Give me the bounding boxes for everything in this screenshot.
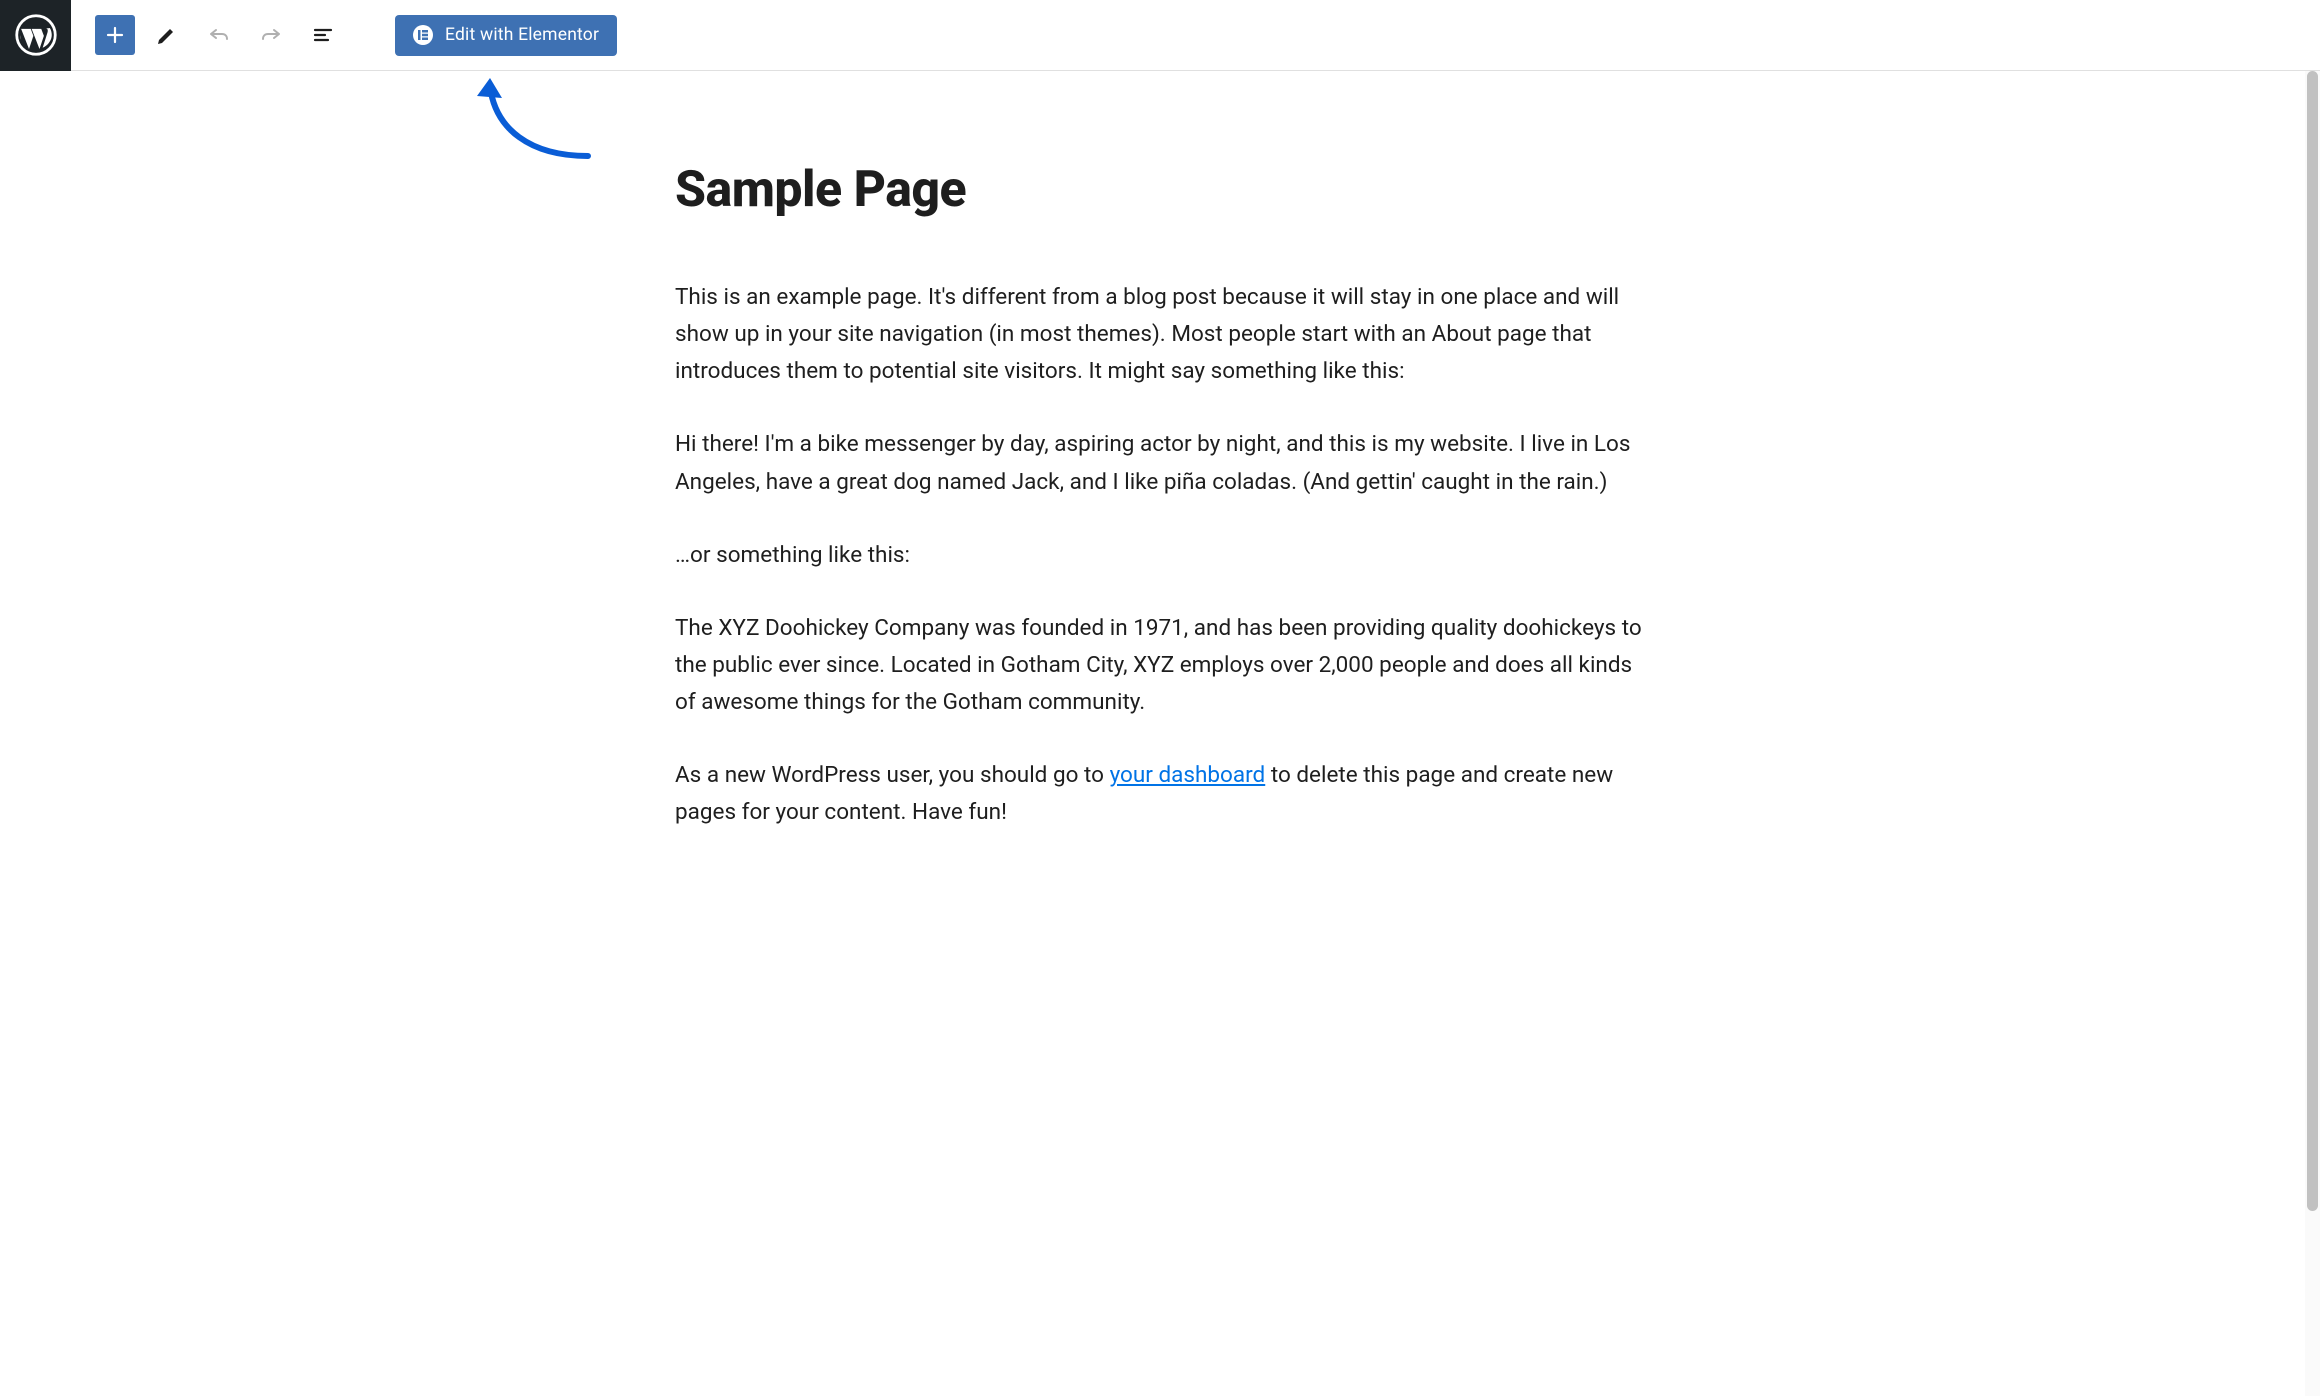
add-block-button[interactable] [95,15,135,55]
outline-icon [311,23,335,47]
elementor-button-label: Edit with Elementor [445,25,599,45]
undo-button[interactable] [199,15,239,55]
elementor-icon [413,25,433,45]
document-outline-button[interactable] [303,15,343,55]
paragraph-text: As a new WordPress user, you should go t… [675,762,1110,788]
redo-icon [259,23,283,47]
annotation-arrow [470,74,610,174]
scrollbar-thumb[interactable] [2307,71,2318,1211]
pencil-icon [155,23,179,47]
edit-mode-button[interactable] [147,15,187,55]
plus-icon [103,23,127,47]
scrollbar-track[interactable] [2305,71,2320,1396]
editor-toolbar: Edit with Elementor [0,0,2320,71]
content-paragraph[interactable]: The XYZ Doohickey Company was founded in… [675,610,1645,721]
editor-content-area[interactable]: Sample Page This is an example page. It'… [0,71,2320,1396]
edit-with-elementor-button[interactable]: Edit with Elementor [395,15,617,56]
page-title[interactable]: Sample Page [675,161,1645,219]
redo-button[interactable] [251,15,291,55]
undo-icon [207,23,231,47]
content-paragraph[interactable]: This is an example page. It's different … [675,279,1645,390]
content-paragraph[interactable]: As a new WordPress user, you should go t… [675,757,1645,831]
wordpress-logo-button[interactable] [0,0,71,71]
dashboard-link[interactable]: your dashboard [1110,762,1266,788]
wordpress-icon [15,14,57,56]
content-paragraph[interactable]: …or something like this: [675,537,1645,574]
content-paragraph[interactable]: Hi there! I'm a bike messenger by day, a… [675,426,1645,500]
